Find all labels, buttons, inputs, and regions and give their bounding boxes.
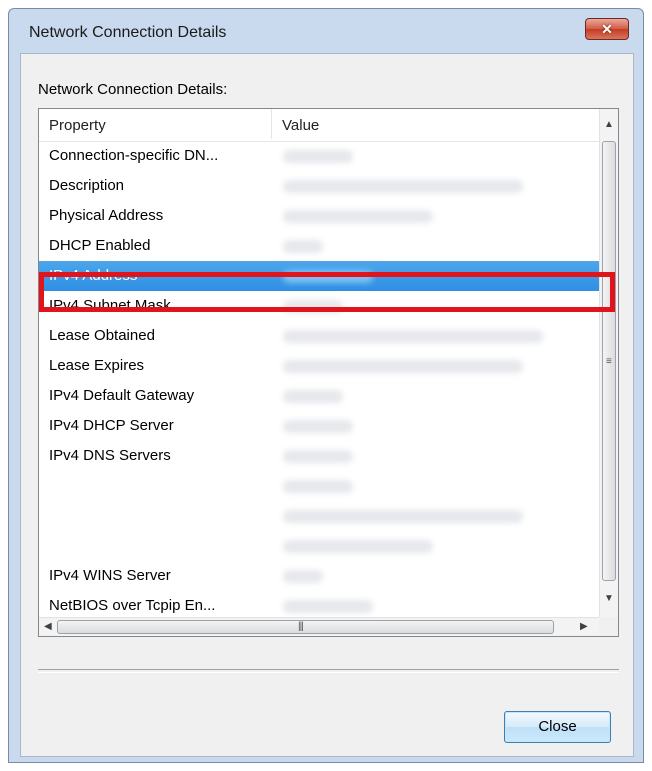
- scrollbar-corner: [599, 617, 618, 636]
- property-name: Connection-specific DN...: [49, 147, 219, 164]
- list-item[interactable]: Lease Obtained: [39, 321, 599, 351]
- column-header-value[interactable]: Value: [282, 117, 319, 134]
- property-name: NetBIOS over Tcpip En...: [49, 597, 216, 614]
- list-item[interactable]: Lease Expires: [39, 351, 599, 381]
- property-value-blurred: [283, 210, 433, 223]
- property-value-blurred: [283, 540, 433, 553]
- property-value-blurred: [283, 420, 353, 433]
- scroll-left-icon[interactable]: ◀: [44, 621, 52, 632]
- property-name: Physical Address: [49, 207, 164, 224]
- property-value-blurred: [283, 180, 523, 193]
- list-item[interactable]: [39, 531, 599, 561]
- window-title: Network Connection Details: [29, 24, 227, 41]
- list-item[interactable]: IPv4 DNS Servers: [39, 441, 599, 471]
- property-value-blurred: [283, 570, 323, 583]
- divider: [38, 669, 619, 673]
- column-separator[interactable]: [271, 109, 272, 139]
- property-value-blurred: [283, 150, 353, 163]
- list-item[interactable]: DHCP Enabled: [39, 231, 599, 261]
- property-value-blurred: [283, 330, 543, 343]
- vertical-scrollbar[interactable]: ▲ ≡ ▼: [599, 109, 618, 617]
- close-window-icon[interactable]: ✕: [585, 18, 629, 40]
- property-name: IPv4 WINS Server: [49, 567, 171, 584]
- property-value-blurred: [283, 450, 353, 463]
- list-item[interactable]: [39, 471, 599, 501]
- list-item[interactable]: Description: [39, 171, 599, 201]
- property-value-blurred: [283, 510, 523, 523]
- grip-icon: ≡: [606, 356, 612, 367]
- property-value-blurred: [283, 360, 523, 373]
- horizontal-scroll-thumb[interactable]: |||: [57, 620, 554, 634]
- list-item[interactable]: IPv4 Default Gateway: [39, 381, 599, 411]
- list-item[interactable]: Connection-specific DN...: [39, 141, 599, 171]
- property-name: Lease Obtained: [49, 327, 155, 344]
- list-item[interactable]: [39, 501, 599, 531]
- dialog-body: Network Connection Details: Property Val…: [20, 53, 634, 757]
- vertical-scroll-thumb[interactable]: ≡: [602, 141, 616, 581]
- list-item[interactable]: Physical Address: [39, 201, 599, 231]
- list-item[interactable]: IPv4 DHCP Server: [39, 411, 599, 441]
- highlight-box: [39, 272, 615, 312]
- list-item[interactable]: IPv4 WINS Server: [39, 561, 599, 591]
- property-name: IPv4 DHCP Server: [49, 417, 174, 434]
- property-name: DHCP Enabled: [49, 237, 151, 254]
- list-header: Property Value: [39, 109, 599, 142]
- scroll-right-icon[interactable]: ▶: [580, 621, 588, 632]
- details-list[interactable]: Property Value Connection-specific DN...…: [38, 108, 619, 637]
- scroll-up-icon[interactable]: ▲: [604, 119, 614, 130]
- property-name: IPv4 DNS Servers: [49, 447, 171, 464]
- title-bar[interactable]: Network Connection Details ✕: [9, 9, 643, 51]
- property-name: Lease Expires: [49, 357, 145, 374]
- horizontal-scrollbar[interactable]: ◀ ||| ▶: [39, 617, 599, 636]
- property-value-blurred: [283, 480, 353, 493]
- details-label: Network Connection Details:: [38, 81, 228, 98]
- property-name: IPv4 Default Gateway: [49, 387, 195, 404]
- property-name: Description: [49, 177, 125, 194]
- scroll-down-icon[interactable]: ▼: [604, 593, 614, 604]
- property-value-blurred: [283, 240, 323, 253]
- dialog-window: Network Connection Details ✕ Network Con…: [8, 8, 644, 763]
- property-value-blurred: [283, 390, 343, 403]
- close-button[interactable]: Close: [504, 711, 611, 743]
- column-header-property[interactable]: Property: [49, 117, 106, 134]
- grip-icon: |||: [298, 621, 304, 632]
- property-value-blurred: [283, 600, 373, 613]
